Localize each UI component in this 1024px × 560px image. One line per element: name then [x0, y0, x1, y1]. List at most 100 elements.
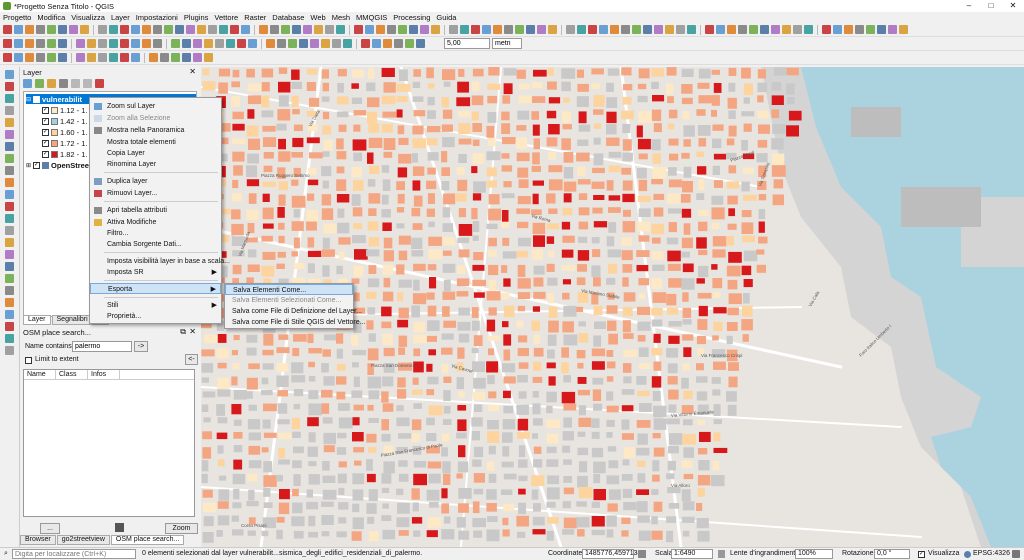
toolbar-tool-icon[interactable] [416, 39, 425, 48]
toolbar-tool-icon[interactable] [303, 25, 312, 34]
class-checkbox[interactable]: ✓ [42, 150, 49, 158]
toolbar-tool-icon[interactable] [76, 39, 85, 48]
data-source-tool-icon[interactable] [5, 130, 14, 139]
toolbar-tool-icon[interactable] [515, 25, 524, 34]
toolbar-tool-icon[interactable] [175, 25, 184, 34]
osm-icon[interactable] [115, 523, 124, 532]
toolbar-tool-icon[interactable] [36, 53, 45, 62]
toolbar-tool-icon[interactable] [182, 39, 191, 48]
data-source-tool-icon[interactable] [5, 334, 14, 343]
toolbar-tool-icon[interactable] [204, 53, 213, 62]
toolbar-tool-icon[interactable] [120, 53, 129, 62]
toolbar-tool-icon[interactable] [98, 39, 107, 48]
menu-raster[interactable]: Raster [244, 13, 266, 22]
menu-item-save-features-as[interactable]: Salva Elementi Come... [225, 284, 353, 295]
data-source-tool-icon[interactable] [5, 166, 14, 175]
toolbar-tool-icon[interactable] [599, 25, 608, 34]
toolbar-tool-icon[interactable] [855, 25, 864, 34]
menu-item-save-qgis-style[interactable]: Salva come File di Stile QGIS del Vettor… [225, 317, 365, 328]
layer-checkbox[interactable]: ✓ [33, 95, 41, 103]
menu-item-save-layer-definition[interactable]: Salva come File di Definizione del Layer… [225, 306, 362, 317]
messages-icon[interactable] [1012, 550, 1020, 558]
toolbar-tool-icon[interactable] [259, 25, 268, 34]
toolbar-tool-icon[interactable] [69, 25, 78, 34]
magnifier-field[interactable]: 100% [795, 549, 833, 559]
toolbar-tool-icon[interactable] [153, 25, 162, 34]
menu-progetto[interactable]: Progetto [3, 13, 31, 22]
data-source-tool-icon[interactable] [5, 118, 14, 127]
toolbar-tool-icon[interactable] [526, 25, 535, 34]
filter-legend-icon[interactable] [59, 79, 68, 88]
menu-plugins[interactable]: Plugins [184, 13, 209, 22]
menu-item-remove-layer[interactable]: Rimuovi Layer... [90, 188, 221, 199]
data-source-tool-icon[interactable] [5, 154, 14, 163]
close-window-button[interactable]: ✕ [1002, 0, 1024, 12]
results-table[interactable]: Name Class Infos [23, 369, 195, 517]
toolbar-tool-icon[interactable] [182, 53, 191, 62]
tab-layer[interactable]: Layer [23, 315, 51, 325]
data-source-tool-icon[interactable] [5, 106, 14, 115]
crs-icon[interactable] [964, 551, 971, 558]
close-panel-icon[interactable]: ✕ [189, 67, 196, 76]
toolbar-tool-icon[interactable] [171, 39, 180, 48]
coordinate-field[interactable]: 1485776,4597138 [582, 549, 641, 559]
add-group-icon[interactable] [35, 79, 44, 88]
toolbar-tool-icon[interactable] [237, 39, 246, 48]
toolbar-tool-icon[interactable] [325, 25, 334, 34]
toolbar-tool-icon[interactable] [193, 53, 202, 62]
maximize-button[interactable]: □ [980, 0, 1002, 12]
toolbar-tool-icon[interactable] [471, 25, 480, 34]
data-source-tool-icon[interactable] [5, 250, 14, 259]
toolbar-tool-icon[interactable] [310, 39, 319, 48]
toolbar-tool-icon[interactable] [197, 25, 206, 34]
close-panel-icon[interactable]: ✕ [189, 327, 196, 336]
toolbar-tool-icon[interactable] [354, 25, 363, 34]
menu-database[interactable]: Database [272, 13, 304, 22]
toolbar-tool-icon[interactable] [749, 25, 758, 34]
toolbar-tool-icon[interactable] [47, 53, 56, 62]
data-source-tool-icon[interactable] [5, 82, 14, 91]
toolbar-tool-icon[interactable] [87, 39, 96, 48]
toolbar-tool-icon[interactable] [270, 25, 279, 34]
toolbar-tool-icon[interactable] [193, 39, 202, 48]
menu-item-open-attribute-table[interactable]: Apri tabella attributi [90, 205, 221, 216]
data-source-tool-icon[interactable] [5, 202, 14, 211]
toolbar-tool-icon[interactable] [25, 25, 34, 34]
manage-map-themes-icon[interactable] [47, 79, 56, 88]
toolbar-tool-icon[interactable] [314, 25, 323, 34]
data-source-tool-icon[interactable] [5, 226, 14, 235]
toolbar-tool-icon[interactable] [387, 25, 396, 34]
toolbar-tool-icon[interactable] [866, 25, 875, 34]
open-styling-icon[interactable] [23, 79, 32, 88]
toolbar-tool-icon[interactable] [738, 25, 747, 34]
class-checkbox[interactable]: ✓ [42, 139, 49, 147]
toolbar-tool-icon[interactable] [482, 25, 491, 34]
toolbar-tool-icon[interactable] [621, 25, 630, 34]
toolbar-tool-icon[interactable] [727, 25, 736, 34]
toolbar-tool-icon[interactable] [131, 39, 140, 48]
toolbar-tool-icon[interactable] [58, 25, 67, 34]
collapse-icon[interactable]: ⊟ [26, 96, 31, 103]
toolbar-tool-icon[interactable] [877, 25, 886, 34]
toolbar-tool-icon[interactable] [460, 25, 469, 34]
data-source-tool-icon[interactable] [5, 190, 14, 199]
toolbar-tool-icon[interactable] [25, 39, 34, 48]
menu-item-show-feature-count[interactable]: Mostra totale elementi [90, 137, 221, 148]
toolbar-tool-icon[interactable] [643, 25, 652, 34]
collapse-all-icon[interactable] [83, 79, 92, 88]
menu-web[interactable]: Web [310, 13, 325, 22]
menu-item-scale-visibility[interactable]: Imposta visibilità layer in base a scala… [90, 256, 230, 267]
more-button[interactable]: ... [40, 523, 60, 534]
toolbar-tool-icon[interactable] [493, 25, 502, 34]
data-source-tool-icon[interactable] [5, 262, 14, 271]
toolbar-tool-icon[interactable] [676, 25, 685, 34]
toolbar-tool-icon[interactable] [131, 25, 140, 34]
toolbar-tool-icon[interactable] [888, 25, 897, 34]
toolbar-tool-icon[interactable] [394, 39, 403, 48]
menu-item-filter[interactable]: Filtro... [90, 228, 221, 239]
scale-field[interactable]: 1:6490 [671, 549, 713, 559]
toolbar-tool-icon[interactable] [449, 25, 458, 34]
toolbar-tool-icon[interactable] [782, 25, 791, 34]
data-source-tool-icon[interactable] [5, 94, 14, 103]
toolbar-tool-icon[interactable] [3, 25, 12, 34]
